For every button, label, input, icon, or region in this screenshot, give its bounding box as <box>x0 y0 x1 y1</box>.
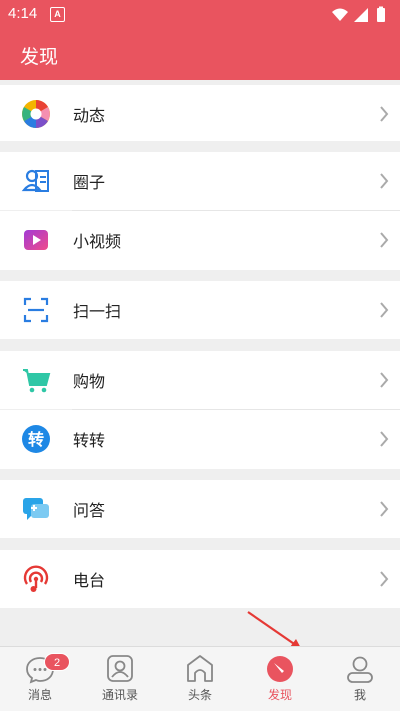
chevron-right-icon <box>380 173 389 189</box>
status-time: 4:14 <box>8 5 38 22</box>
wifi-icon <box>332 8 348 21</box>
svg-text:转: 转 <box>28 430 44 449</box>
tab-contacts[interactable]: 通讯录 <box>80 647 160 711</box>
chevron-right-icon <box>380 106 389 122</box>
tab-discover[interactable]: 发现 <box>240 647 320 711</box>
tab-label: 我 <box>353 688 366 702</box>
menu-item-scan[interactable]: 扫一扫 <box>0 281 400 339</box>
chevron-right-icon <box>380 372 389 388</box>
chevron-right-icon <box>380 431 389 447</box>
contacts-card-icon <box>21 169 49 192</box>
qa-chat-icon <box>23 498 49 520</box>
chevron-right-icon <box>380 571 389 587</box>
chevron-right-icon <box>380 501 389 517</box>
menu-item-label: 圈子 <box>73 173 106 192</box>
scan-icon <box>23 297 49 323</box>
cart-icon <box>23 369 51 393</box>
unread-badge: 2 <box>44 653 70 671</box>
compass-icon <box>267 656 293 682</box>
bottom-tab-bar: 2 消息 通讯录 头条 发现 我 <box>0 646 400 711</box>
contacts-icon <box>107 655 133 682</box>
tab-me[interactable]: 我 <box>320 647 400 711</box>
menu-item-short-video[interactable]: 小视频 <box>0 211 400 270</box>
menu-item-qa[interactable]: 问答 <box>0 480 400 538</box>
menu-item-label: 购物 <box>73 372 106 391</box>
menu-item-label: 转转 <box>73 431 106 450</box>
menu-item-moments[interactable]: 动态 <box>0 85 400 141</box>
chevron-right-icon <box>380 302 389 318</box>
tab-label: 发现 <box>267 688 292 702</box>
battery-icon <box>377 8 385 22</box>
zhuan-icon: 转 <box>22 425 50 453</box>
menu-item-label: 扫一扫 <box>73 302 122 321</box>
chevron-right-icon <box>380 232 389 248</box>
page-title: 发现 <box>20 46 59 68</box>
menu-item-label: 小视频 <box>73 232 122 251</box>
menu-item-label: 动态 <box>73 106 106 125</box>
menu-item-label: 问答 <box>73 501 106 520</box>
status-bar: 4:14 A <box>0 0 400 30</box>
menu-item-shopping[interactable]: 购物 <box>0 351 400 409</box>
video-icon <box>24 230 48 250</box>
radio-icon <box>23 565 49 592</box>
tab-label: 头条 <box>187 688 212 702</box>
menu-item-circles[interactable]: 圈子 <box>0 152 400 210</box>
menu-item-radio[interactable]: 电台 <box>0 550 400 608</box>
status-icons <box>330 6 390 28</box>
notification-icon: A <box>50 7 65 22</box>
tab-label: 通讯录 <box>101 688 138 702</box>
signal-icon <box>354 8 368 22</box>
menu-item-zhuanzhuan[interactable]: 转 转转 <box>0 410 400 469</box>
tab-label: 消息 <box>27 688 52 702</box>
home-icon <box>187 655 213 682</box>
aperture-icon <box>22 100 50 128</box>
app-bar: 发现 <box>0 30 400 80</box>
menu-item-label: 电台 <box>73 571 106 590</box>
tab-headlines[interactable]: 头条 <box>160 647 240 711</box>
tab-messages[interactable]: 2 消息 <box>0 647 80 711</box>
person-icon <box>347 656 373 683</box>
